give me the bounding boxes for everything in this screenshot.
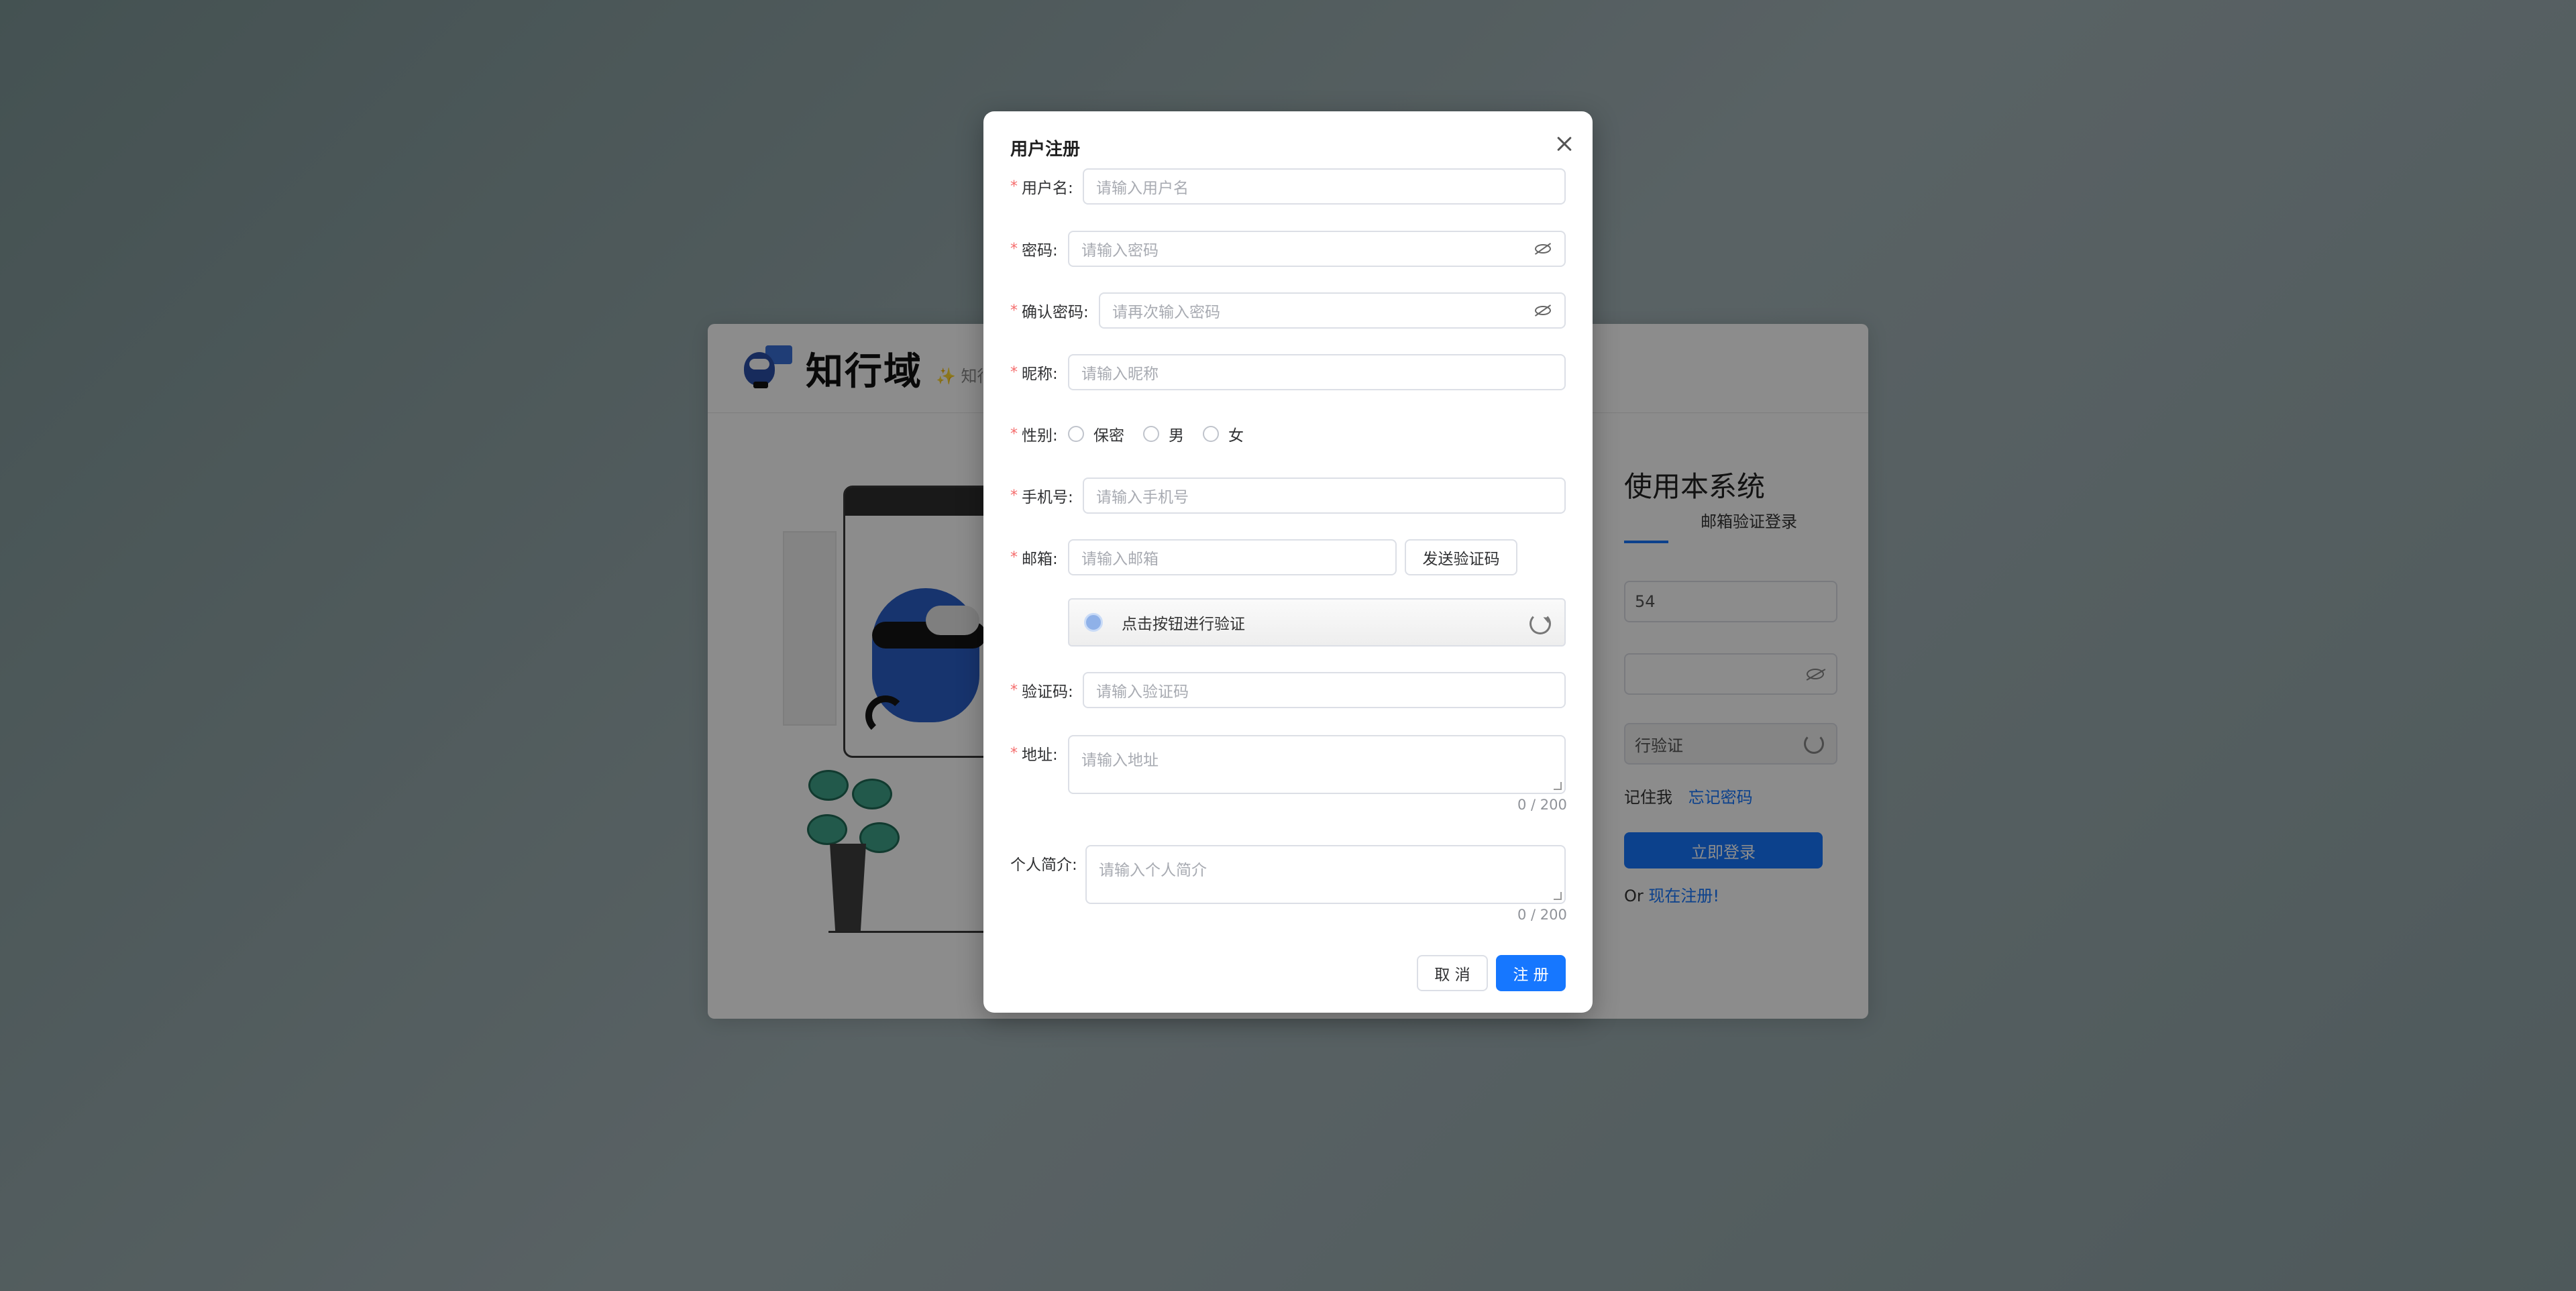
resize-handle[interactable] <box>1554 892 1562 900</box>
bio-counter: 0 / 200 <box>1517 907 1567 923</box>
eye-off-icon[interactable] <box>1534 242 1552 256</box>
phone-row: * 手机号: <box>1010 478 1073 514</box>
password-label: 密码: <box>1022 242 1058 260</box>
required-mark: * <box>1010 425 1018 443</box>
email-row: * 邮箱: <box>1010 539 1058 575</box>
address-counter: 0 / 200 <box>1517 797 1567 813</box>
phone-input[interactable]: 请输入手机号 <box>1083 478 1566 514</box>
confirm-password-input[interactable]: 请再次输入密码 <box>1099 292 1566 329</box>
gender-row: * 性别: <box>1010 416 1058 452</box>
nickname-row: * 昵称: <box>1010 354 1058 390</box>
resize-handle[interactable] <box>1554 782 1562 790</box>
radio-circle <box>1203 426 1219 442</box>
required-mark: * <box>1010 302 1018 319</box>
required-mark: * <box>1010 681 1018 699</box>
bio-textarea[interactable]: 请输入个人简介 <box>1085 845 1566 904</box>
nickname-input[interactable]: 请输入昵称 <box>1068 354 1566 390</box>
password-row: * 密码: <box>1010 231 1058 267</box>
required-mark: * <box>1010 487 1018 504</box>
required-mark: * <box>1010 549 1018 566</box>
bio-row: 个人简介: <box>1010 845 1077 881</box>
eye-off-icon[interactable] <box>1534 304 1552 317</box>
password-input[interactable]: 请输入密码 <box>1068 231 1566 267</box>
close-icon[interactable] <box>1552 131 1576 156</box>
bio-label: 个人简介: <box>1010 856 1077 874</box>
gender-radio-male[interactable]: 男 <box>1143 423 1184 445</box>
gender-label: 性别: <box>1022 427 1058 445</box>
radio-circle <box>1068 426 1084 442</box>
dialog-title: 用户注册 <box>1010 139 1081 160</box>
address-textarea[interactable]: 请输入地址 <box>1068 735 1566 794</box>
email-label: 邮箱: <box>1022 551 1058 568</box>
confirm-password-label: 确认密码: <box>1022 304 1089 321</box>
username-row: * 用户名: <box>1010 168 1073 205</box>
address-label: 地址: <box>1022 746 1058 764</box>
send-code-button[interactable]: 发送验证码 <box>1405 539 1517 575</box>
required-mark: * <box>1010 744 1018 762</box>
nickname-label: 昵称: <box>1022 366 1058 383</box>
code-input[interactable]: 请输入验证码 <box>1083 672 1566 708</box>
gender-radio-female[interactable]: 女 <box>1203 423 1244 445</box>
captcha-verify[interactable]: 点击按钮进行验证 <box>1068 598 1566 647</box>
refresh-icon[interactable] <box>1529 613 1551 634</box>
gender-radio-secret[interactable]: 保密 <box>1068 423 1124 445</box>
username-label: 用户名: <box>1022 180 1073 197</box>
phone-label: 手机号: <box>1022 489 1073 506</box>
required-mark: * <box>1010 178 1018 195</box>
register-button[interactable]: 注 册 <box>1496 955 1566 991</box>
address-row: * 地址: <box>1010 735 1058 771</box>
cancel-button[interactable]: 取 消 <box>1417 955 1488 991</box>
username-input[interactable]: 请输入用户名 <box>1083 168 1566 205</box>
required-mark: * <box>1010 363 1018 381</box>
required-mark: * <box>1010 240 1018 258</box>
captcha-knob[interactable] <box>1084 613 1103 632</box>
code-row: * 验证码: <box>1010 672 1073 708</box>
captcha-text: 点击按钮进行验证 <box>1122 616 1245 633</box>
radio-circle <box>1143 426 1159 442</box>
code-label: 验证码: <box>1022 683 1073 701</box>
email-input[interactable]: 请输入邮箱 <box>1068 539 1397 575</box>
register-dialog: 用户注册 * 用户名: 请输入用户名 * 密码: 请输入密码 * 确认密码: 请… <box>983 111 1593 1013</box>
gender-radio-group: 保密 男 女 <box>1068 416 1263 452</box>
confirm-password-row: * 确认密码: <box>1010 292 1089 329</box>
